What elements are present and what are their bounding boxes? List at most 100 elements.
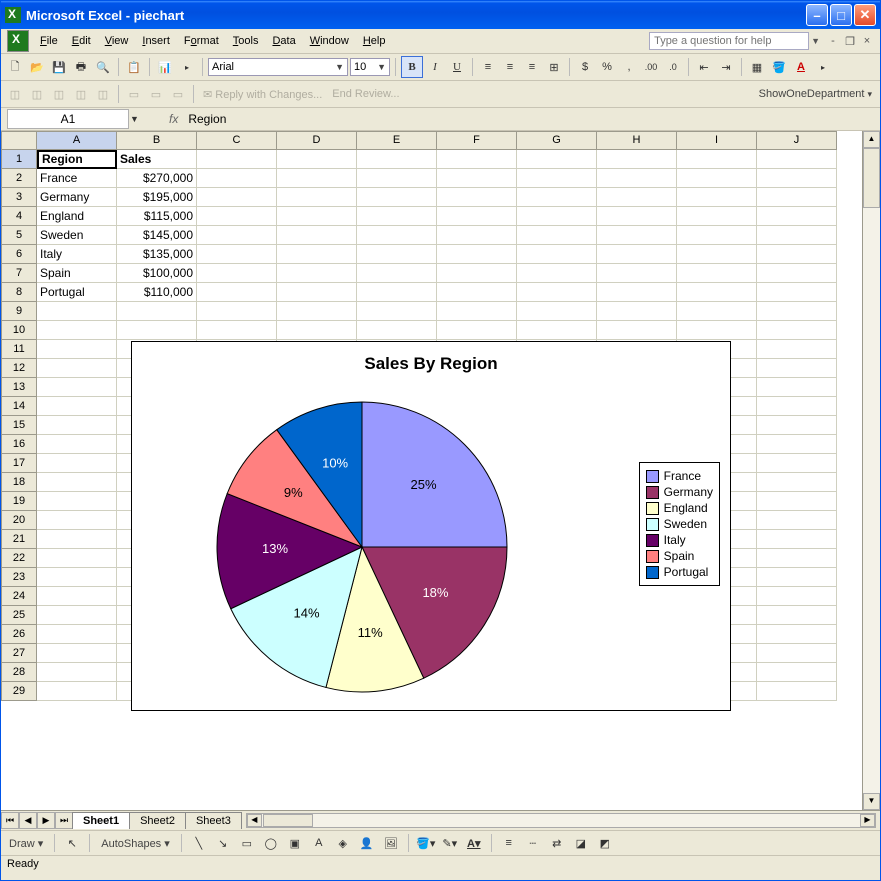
cell[interactable] (757, 283, 837, 302)
line-style-icon[interactable]: ≡ (499, 833, 519, 853)
reply-changes-button[interactable]: ✉ Reply with Changes... (199, 88, 326, 101)
row-header-21[interactable]: 21 (1, 530, 37, 549)
cell[interactable]: France (37, 169, 117, 188)
open-icon[interactable]: 📂 (27, 57, 47, 77)
cell[interactable] (437, 188, 517, 207)
col-header-B[interactable]: B (117, 131, 197, 150)
currency-icon[interactable]: $ (575, 57, 595, 77)
cell[interactable] (197, 188, 277, 207)
row-header-17[interactable]: 17 (1, 454, 37, 473)
rev-icon-4[interactable]: ◫ (71, 84, 91, 104)
cell[interactable] (517, 207, 597, 226)
cell[interactable] (437, 283, 517, 302)
cell[interactable] (757, 321, 837, 340)
cell[interactable] (277, 283, 357, 302)
cell[interactable] (37, 568, 117, 587)
cell[interactable] (37, 606, 117, 625)
row-header-28[interactable]: 28 (1, 663, 37, 682)
arrow-icon[interactable]: ↘ (213, 833, 233, 853)
row-header-8[interactable]: 8 (1, 283, 37, 302)
cell[interactable] (517, 245, 597, 264)
maximize-button[interactable]: □ (830, 4, 852, 26)
fx-icon[interactable]: fx (169, 112, 178, 126)
row-header-20[interactable]: 20 (1, 511, 37, 530)
row-header-19[interactable]: 19 (1, 492, 37, 511)
decrease-decimal-icon[interactable]: .0 (663, 57, 683, 77)
rectangle-icon[interactable]: ▭ (237, 833, 257, 853)
name-box[interactable]: A1 ▼ (7, 109, 129, 129)
draw-menu[interactable]: Draw ▾ (5, 837, 47, 850)
fill-color-icon[interactable]: 🪣 (769, 57, 789, 77)
h-scroll-thumb[interactable] (263, 814, 313, 827)
font-color-icon[interactable]: A (791, 57, 811, 77)
cell[interactable] (37, 549, 117, 568)
excel-doc-icon[interactable] (7, 30, 29, 52)
menu-data[interactable]: Data (265, 33, 302, 49)
col-header-I[interactable]: I (677, 131, 757, 150)
cell[interactable]: $100,000 (117, 264, 197, 283)
cell[interactable] (757, 416, 837, 435)
menu-format[interactable]: Format (177, 33, 226, 49)
col-header-G[interactable]: G (517, 131, 597, 150)
scroll-left-icon[interactable]: ◀ (247, 814, 262, 827)
row-header-15[interactable]: 15 (1, 416, 37, 435)
row-header-6[interactable]: 6 (1, 245, 37, 264)
menu-insert[interactable]: Insert (135, 33, 177, 49)
cell[interactable] (757, 625, 837, 644)
cell[interactable] (37, 473, 117, 492)
row-header-13[interactable]: 13 (1, 378, 37, 397)
cell[interactable]: $115,000 (117, 207, 197, 226)
row-header-22[interactable]: 22 (1, 549, 37, 568)
3d-icon[interactable]: ◩ (595, 833, 615, 853)
diagram-icon[interactable]: ◈ (333, 833, 353, 853)
cell[interactable] (357, 169, 437, 188)
cell[interactable] (757, 473, 837, 492)
cell[interactable] (37, 359, 117, 378)
underline-button[interactable]: U (447, 57, 467, 77)
tab-nav-last-icon[interactable]: ⏭ (55, 812, 73, 829)
cell[interactable] (37, 321, 117, 340)
cell[interactable] (757, 302, 837, 321)
cell[interactable] (757, 378, 837, 397)
cell[interactable] (597, 188, 677, 207)
cell[interactable] (277, 321, 357, 340)
row-header-18[interactable]: 18 (1, 473, 37, 492)
cell[interactable] (517, 321, 597, 340)
cell[interactable] (197, 283, 277, 302)
cell[interactable]: Germany (37, 188, 117, 207)
col-header-H[interactable]: H (597, 131, 677, 150)
sheet-tab-2[interactable]: Sheet2 (129, 812, 186, 829)
macro-name-combo[interactable]: ShowOneDepartment ▾ (755, 88, 876, 100)
font-size-combo[interactable]: 10▼ (350, 58, 390, 76)
font-name-combo[interactable]: Arial▼ (208, 58, 348, 76)
cell[interactable] (357, 283, 437, 302)
cell[interactable] (37, 682, 117, 701)
cell[interactable] (437, 226, 517, 245)
col-header-A[interactable]: A (37, 131, 117, 150)
fill-color-draw-icon[interactable]: 🪣▾ (416, 833, 436, 853)
end-review-button[interactable]: End Review... (328, 88, 403, 100)
percent-icon[interactable]: % (597, 57, 617, 77)
menu-tools[interactable]: Tools (226, 33, 266, 49)
row-header-10[interactable]: 10 (1, 321, 37, 340)
arrow-style-icon[interactable]: ⇄ (547, 833, 567, 853)
cell[interactable] (757, 492, 837, 511)
cell[interactable] (197, 169, 277, 188)
cell[interactable] (677, 207, 757, 226)
cell[interactable] (757, 169, 837, 188)
row-header-29[interactable]: 29 (1, 682, 37, 701)
decrease-indent-icon[interactable]: ⇤ (694, 57, 714, 77)
cell[interactable] (197, 150, 277, 169)
cell[interactable] (757, 663, 837, 682)
cell[interactable] (757, 264, 837, 283)
cell[interactable] (197, 226, 277, 245)
copy-icon[interactable]: 📋 (124, 57, 144, 77)
cell[interactable] (37, 454, 117, 473)
cell[interactable] (757, 549, 837, 568)
new-icon[interactable]: 🗋 (5, 57, 25, 77)
cell[interactable] (597, 150, 677, 169)
cell[interactable] (517, 302, 597, 321)
textbox-icon[interactable]: ▣ (285, 833, 305, 853)
font-color-draw-icon[interactable]: A▾ (464, 833, 484, 853)
cell[interactable] (37, 302, 117, 321)
